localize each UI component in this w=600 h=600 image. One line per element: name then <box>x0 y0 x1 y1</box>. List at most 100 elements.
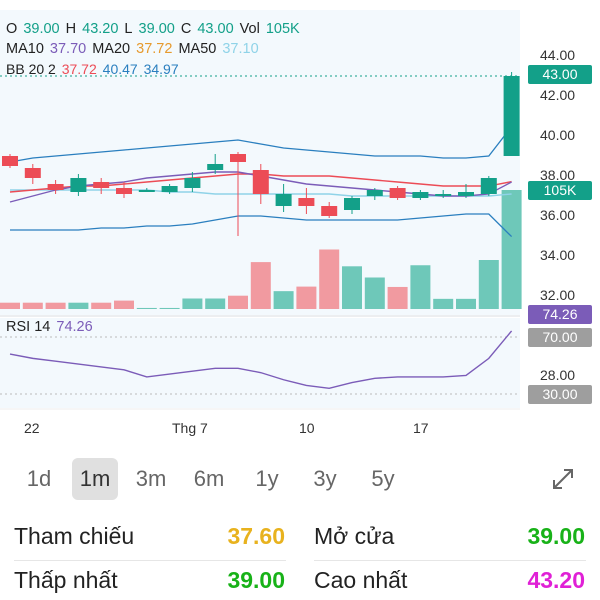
candle-body <box>366 190 383 196</box>
volume-bar <box>68 302 89 309</box>
candle-body <box>161 186 178 192</box>
volume-bar <box>205 298 226 309</box>
x-tick-label: 10 <box>299 420 315 436</box>
candle-body <box>207 164 224 170</box>
volume-bar <box>456 298 476 309</box>
volume-bar <box>364 277 385 309</box>
candle-body <box>138 190 155 192</box>
volume-bar <box>228 295 248 309</box>
ohlc-value: 105K <box>265 21 300 37</box>
volume-bar <box>433 298 454 309</box>
x-tick-label: 17 <box>413 420 429 436</box>
volume-bar <box>136 307 157 309</box>
volume-bar <box>250 262 271 309</box>
moving-average-legend: MA10 37.70 MA20 37.72 MA50 37.10 <box>6 41 265 57</box>
candle-body <box>230 154 246 162</box>
volume-bar <box>182 298 203 309</box>
candle-body <box>435 194 452 196</box>
candle-body <box>412 192 429 198</box>
volume-bar <box>410 265 431 309</box>
volume-bar <box>501 190 522 309</box>
volume-bar <box>22 302 43 309</box>
reference-price-value: 37.60 <box>227 523 285 549</box>
ohlc-value: 39.00 <box>138 21 175 37</box>
volume-bar <box>273 291 294 309</box>
ohlc-legend: O 39.00 H 43.20 L 39.00 C 43.00 Vol 105K <box>6 21 306 37</box>
timeframe-3m-button[interactable]: 3m <box>128 458 174 500</box>
bb-lower-value: 34.97 <box>143 61 179 77</box>
rsi-badge: 74.26 <box>528 305 592 324</box>
timeframe-5y-button[interactable]: 5y <box>360 458 406 500</box>
candle-body <box>321 206 338 216</box>
low-price-label: Thấp nhất <box>14 567 118 593</box>
timeframe-1m-button[interactable]: 1m <box>72 458 118 500</box>
price-tick-label: 44.00 <box>540 47 576 63</box>
ohlc-key: H <box>65 21 77 37</box>
candle-body <box>503 76 520 156</box>
high-price-value: 43.20 <box>527 567 585 593</box>
ma-key: MA50 <box>178 41 217 57</box>
bb-label: BB 20 2 <box>6 61 56 77</box>
ohlc-key: O <box>6 21 18 37</box>
price-tick-label: 40.00 <box>540 127 576 143</box>
candle-body <box>252 170 269 194</box>
price-tick-label: 28.00 <box>540 367 576 383</box>
last-price-badge: 43.00 <box>528 65 592 84</box>
low-price-value: 39.00 <box>227 567 285 593</box>
ohlc-value: 39.00 <box>23 21 60 37</box>
rsi-legend: RSI 14 74.26 <box>6 319 95 335</box>
volume-bar <box>114 300 134 309</box>
price-tick-label: 36.00 <box>540 207 576 223</box>
candle-body <box>184 178 201 188</box>
ma-value: 37.70 <box>49 41 87 57</box>
price-tick-label: 34.00 <box>540 247 576 263</box>
candle-body <box>344 198 360 210</box>
candle-body <box>24 168 41 178</box>
candle-body <box>70 178 87 192</box>
high-price-label: Cao nhất <box>314 567 408 593</box>
candle-body <box>298 198 315 206</box>
timeframe-1y-button[interactable]: 1y <box>244 458 290 500</box>
timeframe-selector: 1d 1m 3m 6m 1y 3y 5y <box>14 458 590 500</box>
ohlc-key: L <box>124 21 133 37</box>
timeframe-1d-button[interactable]: 1d <box>16 458 62 500</box>
candle-body <box>93 182 110 188</box>
volume-bar <box>296 286 317 309</box>
rsi-label: RSI 14 <box>6 319 51 335</box>
x-tick-label: Thg 7 <box>172 420 208 436</box>
candle-body <box>2 156 18 166</box>
timeframe-3y-button[interactable]: 3y <box>302 458 348 500</box>
ma-value: 37.10 <box>222 41 259 57</box>
ohlc-value: 43.00 <box>197 21 234 37</box>
ma-key: MA20 <box>92 41 131 57</box>
ohlc-key: C <box>180 21 192 37</box>
volume-bar <box>387 286 408 309</box>
bb-middle-value: 37.72 <box>61 61 97 77</box>
candle-body <box>275 194 292 206</box>
volume-bar <box>478 260 499 309</box>
timeframe-6m-button[interactable]: 6m <box>186 458 232 500</box>
divider <box>314 560 586 561</box>
ma-value: 37.72 <box>136 41 173 57</box>
stock-chart[interactable]: O 39.00 H 43.20 L 39.00 C 43.00 Vol 105K MA1… <box>0 0 600 440</box>
volume-badge: 105K <box>528 181 592 200</box>
expand-arrows-icon[interactable] <box>550 466 576 492</box>
ohlc-key: Vol <box>239 21 260 37</box>
rsi-upper-badge: 70.00 <box>528 328 592 347</box>
divider <box>14 560 286 561</box>
reference-price-label: Tham chiếu <box>14 523 135 549</box>
volume-bar <box>319 249 340 309</box>
x-tick-label: 22 <box>24 420 40 436</box>
candle-body <box>389 188 406 198</box>
candle-body <box>458 192 474 196</box>
candle-body <box>47 184 64 190</box>
open-price-value: 39.00 <box>527 523 585 549</box>
candle-body <box>480 178 497 194</box>
ma-key: MA10 <box>6 41 44 57</box>
ohlc-value: 43.20 <box>82 21 119 37</box>
open-price-label: Mở cửa <box>314 523 395 549</box>
volume-bar <box>91 302 112 309</box>
bb-upper-value: 40.47 <box>102 61 138 77</box>
rsi-value: 74.26 <box>56 319 93 335</box>
volume-bar <box>342 266 362 309</box>
